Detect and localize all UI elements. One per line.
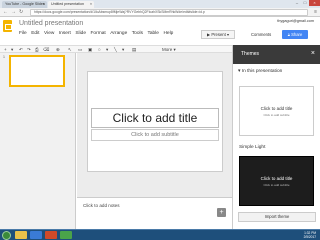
close-window-icon[interactable]: × — [309, 0, 320, 6]
menu-format[interactable]: Format — [91, 31, 106, 36]
chevron-down-icon[interactable]: ▾ — [106, 46, 108, 53]
menu-table[interactable]: Table — [147, 31, 158, 36]
browser-menu-icon[interactable]: ≡ — [314, 9, 317, 16]
tab-label: YouTube - Google Slides — [5, 2, 45, 6]
menu-insert[interactable]: Insert — [59, 31, 71, 36]
reload-icon[interactable]: ↻ — [19, 9, 23, 16]
browser-tab-active[interactable]: Untitled presentation × — [48, 1, 94, 8]
paint-format-icon[interactable]: ⌫ — [43, 46, 49, 53]
image-icon[interactable]: ▣ — [88, 46, 92, 53]
media-player-icon[interactable] — [45, 231, 57, 239]
user-email[interactable]: thygaguri@gmail.com — [277, 19, 314, 23]
slide-canvas: Click to add title Click to add subtitle — [77, 53, 232, 197]
chevron-down-icon[interactable]: ▾ — [11, 46, 13, 53]
menu-file[interactable]: File — [19, 31, 27, 36]
menu-help[interactable]: Help — [163, 31, 173, 36]
chevron-down-icon[interactable]: ▾ — [226, 32, 229, 37]
line-icon[interactable]: ╲ — [114, 46, 117, 53]
slide-thumbnail[interactable] — [9, 55, 65, 87]
comment-icon[interactable]: ▤ — [132, 46, 136, 53]
textbox-icon[interactable]: ▭ — [78, 46, 82, 53]
chevron-down-icon[interactable]: ▾ — [122, 46, 124, 53]
title-placeholder[interactable]: Click to add title — [91, 108, 219, 128]
menu-edit[interactable]: Edit — [31, 31, 39, 36]
more-button[interactable]: More ▾ — [162, 46, 176, 53]
chrome-icon[interactable] — [60, 231, 72, 239]
menu-bar: File Edit View Insert Slide Format Arran… — [19, 31, 173, 36]
address-bar-row: ← → ↻ https://docs.google.com/presentati… — [0, 8, 320, 17]
theme-card-title: Click to add title — [260, 106, 293, 111]
share-button[interactable]: 🔒︎ Share — [282, 30, 308, 39]
redo-icon[interactable]: ↷ — [27, 46, 31, 53]
forward-icon[interactable]: → — [11, 9, 16, 16]
notes-placeholder[interactable]: Click to add notes — [83, 203, 120, 208]
present-button[interactable]: ▶ Present ▾ — [201, 30, 235, 39]
close-icon[interactable]: × — [311, 50, 315, 57]
browser-tab[interactable]: YouTube - Google Slides × — [2, 1, 47, 8]
menu-view[interactable]: View — [44, 31, 54, 36]
select-icon[interactable]: ↖ — [68, 46, 72, 53]
menu-tools[interactable]: Tools — [132, 31, 143, 36]
theme-card-subtitle: Click to add subtitle — [263, 183, 290, 187]
add-slide-icon[interactable]: + — [4, 46, 7, 53]
in-presentation-section[interactable]: ▾ In this presentation — [238, 69, 282, 74]
present-label: Present — [211, 32, 226, 37]
simple-light-label: Simple Light — [239, 145, 266, 150]
tab-label: Untitled presentation — [51, 2, 84, 6]
minimize-icon[interactable]: – — [293, 0, 301, 6]
theme-card-title: Click to add title — [260, 176, 293, 181]
browser-tab-bar: YouTube - Google Slides × Untitled prese… — [0, 0, 320, 8]
start-button-icon[interactable] — [2, 231, 11, 240]
window-controls: – □ × — [293, 0, 320, 7]
document-title[interactable]: Untitled presentation — [19, 20, 83, 27]
slide-number: 1 — [3, 55, 5, 59]
print-icon[interactable]: ⎙ — [35, 46, 39, 53]
theme-card[interactable]: Click to add title Click to add subtitle — [239, 86, 314, 136]
themes-panel: Themes × ▾ In this presentation Click to… — [232, 45, 320, 229]
speaker-notes[interactable]: Click to add notes + — [77, 197, 232, 229]
menu-arrange[interactable]: Arrange — [110, 31, 127, 36]
themes-title: Themes — [241, 51, 260, 57]
theme-card-subtitle: Click to add subtitle — [263, 113, 290, 117]
theme-card-dark[interactable]: Click to add title Click to add subtitle — [239, 156, 314, 206]
file-explorer-icon[interactable] — [15, 231, 27, 239]
browser-icon[interactable] — [30, 231, 42, 239]
app-header: Untitled presentation File Edit View Ins… — [0, 17, 320, 45]
zoom-icon[interactable]: ⊕ — [56, 46, 60, 53]
url-input[interactable]: https://docs.google.com/presentation/d/1… — [30, 9, 308, 16]
shape-icon[interactable]: ○ — [98, 46, 101, 53]
menu-slide[interactable]: Slide — [75, 31, 86, 36]
system-clock[interactable]: 1:32 PM 2/5/2017 — [304, 231, 316, 239]
chevron-down-icon: ▾ — [172, 47, 176, 52]
share-label: Share — [291, 32, 303, 37]
slide-filmstrip: 1 — [0, 53, 76, 229]
themes-header: Themes × — [233, 45, 320, 64]
close-tab-icon[interactable]: × — [43, 1, 45, 8]
toolbar: + ▾ ↶ ↷ ⎙ ⌫ ⊕ ↖ ▭ ▣ ○ ▾ ╲ ▾ ▤ More ▾ — [0, 45, 232, 53]
close-tab-icon[interactable]: × — [90, 1, 92, 8]
taskbar: 1:32 PM 2/5/2017 — [0, 229, 320, 240]
subtitle-placeholder[interactable]: Click to add subtitle — [91, 129, 219, 141]
import-theme-button[interactable]: Import theme — [238, 212, 316, 222]
add-icon[interactable]: + — [217, 208, 226, 217]
slides-logo-icon[interactable] — [3, 20, 12, 32]
more-label: More — [162, 47, 173, 52]
undo-icon[interactable]: ↶ — [19, 46, 23, 53]
clock-date: 2/5/2017 — [303, 235, 316, 239]
comments-button[interactable]: Comments — [251, 30, 271, 39]
back-icon[interactable]: ← — [3, 9, 8, 16]
section-label: In this presentation — [241, 69, 283, 74]
maximize-icon[interactable]: □ — [301, 0, 309, 6]
slide[interactable]: Click to add title Click to add subtitle — [87, 71, 223, 172]
